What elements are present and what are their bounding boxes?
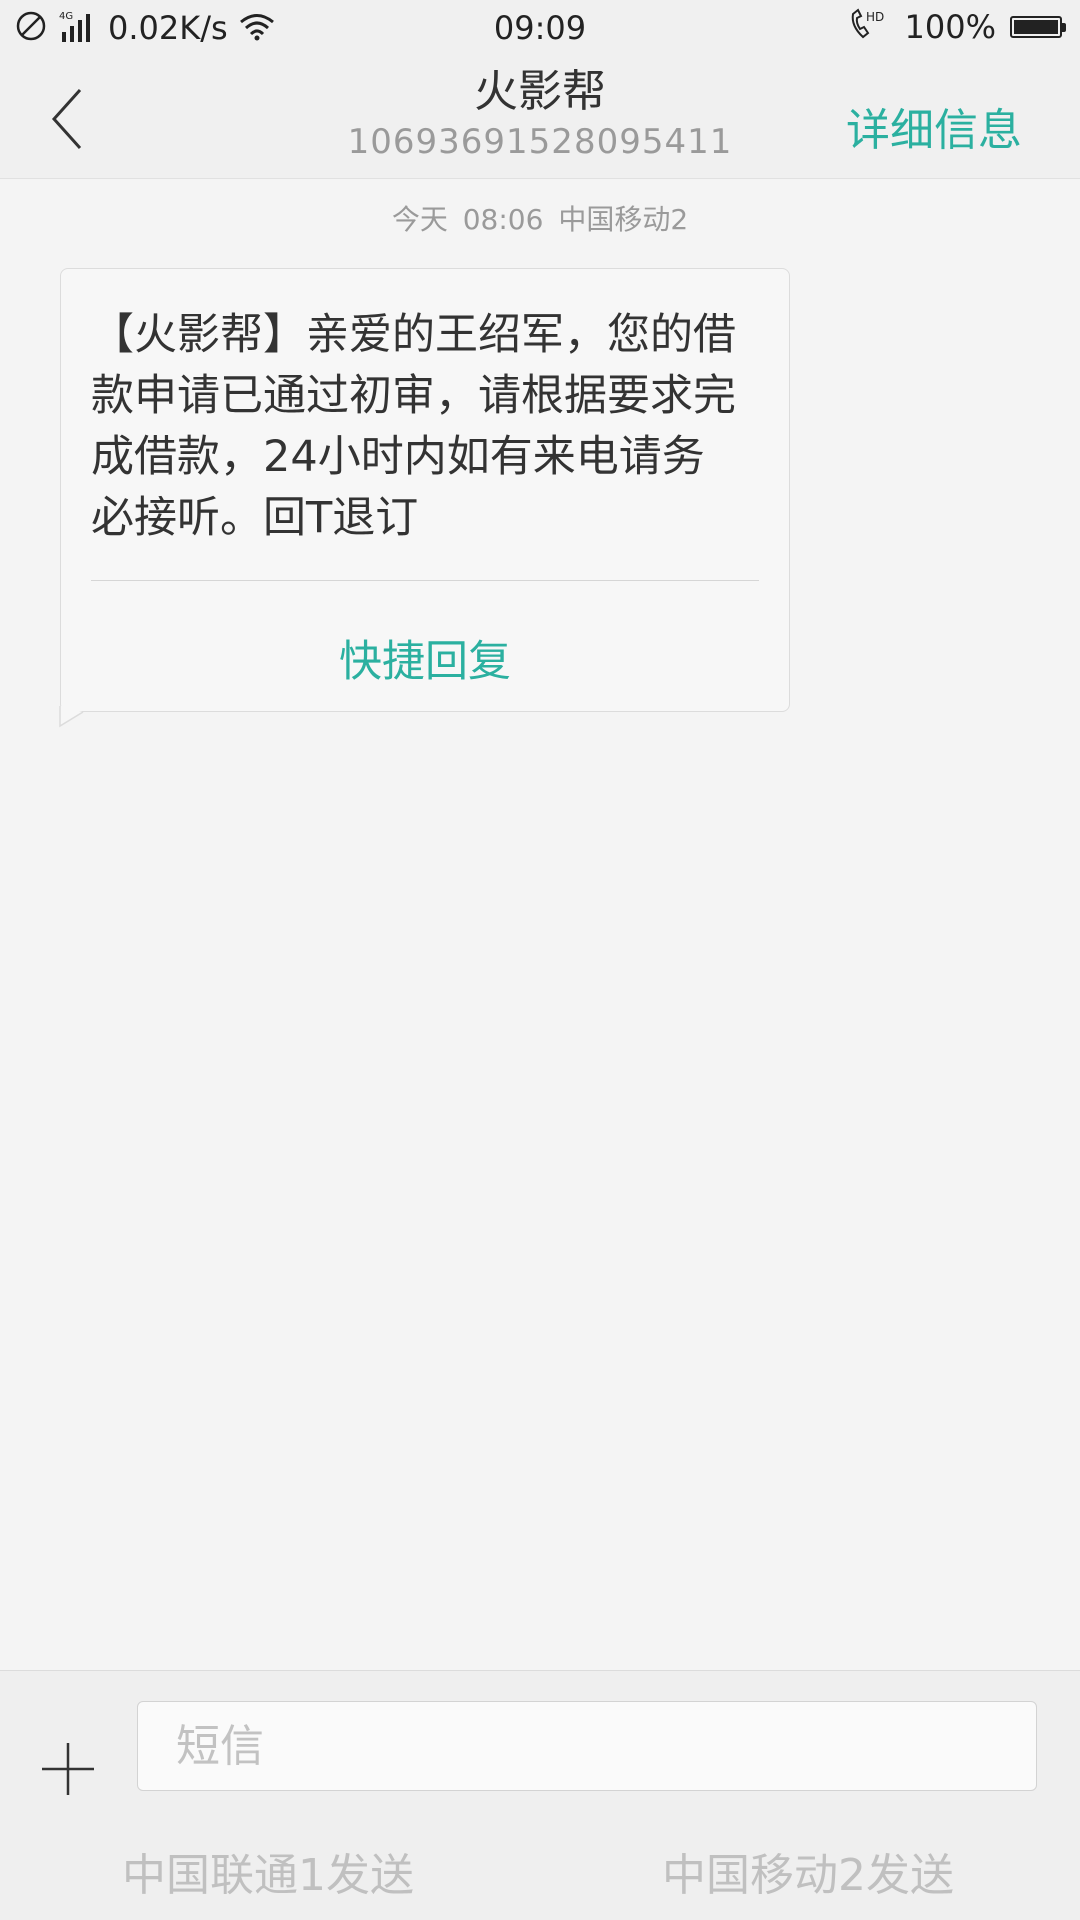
message-bubble[interactable]: 【火影帮】亲爱的王绍军，您的借款申请已通过初审，请根据要求完成借款，24小时内如… (60, 268, 790, 712)
message-timestamp: 今天 08:06 中国移动2 (391, 203, 689, 236)
add-attachment-button[interactable] (40, 1741, 96, 1797)
details-button[interactable]: 详细信息 (846, 94, 1022, 158)
battery-level-fill (1014, 20, 1058, 34)
battery-percent: 100% (904, 8, 996, 46)
bubble-divider (91, 580, 759, 581)
bubble-tail (59, 706, 87, 728)
send-sim1-button[interactable]: 中国联通1发送 (122, 1839, 414, 1903)
send-sim2-button[interactable]: 中国移动2发送 (662, 1839, 954, 1903)
status-right-group: HD 100% (847, 8, 1066, 46)
plus-icon (42, 1743, 94, 1795)
messaging-screen: 4G 0.02K/s 09:09 HD 100% 火影帮 10693691528… (0, 0, 1080, 1920)
sms-input[interactable] (137, 1701, 1037, 1791)
quick-reply-button[interactable]: 快捷回复 (61, 627, 789, 689)
hd-badge-label: HD (866, 10, 884, 24)
hd-call-icon: HD (847, 8, 891, 46)
conversation-header: 火影帮 10693691528095411 详细信息 (0, 56, 1080, 179)
message-text: 【火影帮】亲爱的王绍军，您的借款申请已通过初审，请根据要求完成借款，24小时内如… (91, 310, 736, 543)
composer: 中国联通1发送 中国移动2发送 (0, 1670, 1080, 1920)
battery-icon (1010, 16, 1066, 38)
status-bar: 4G 0.02K/s 09:09 HD 100% (0, 0, 1080, 56)
